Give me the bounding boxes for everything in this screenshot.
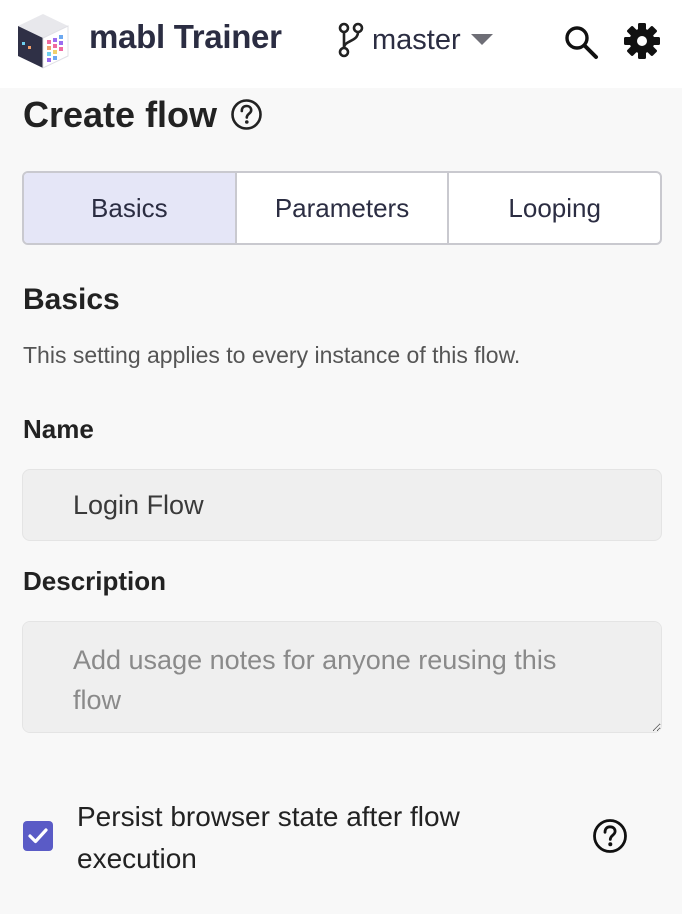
help-circle-icon[interactable] <box>592 818 628 854</box>
app-header: mabl Trainer master <box>0 0 682 88</box>
name-label: Name <box>23 414 94 444</box>
git-branch-icon <box>338 22 364 58</box>
flow-tabs: Basics Parameters Looping <box>22 171 662 245</box>
gear-icon[interactable] <box>623 22 661 60</box>
tab-basics[interactable]: Basics <box>24 173 235 243</box>
help-circle-icon[interactable] <box>230 98 263 131</box>
section-heading: Basics <box>23 283 120 316</box>
persist-state-label: Persist browser state after flow executi… <box>77 801 460 874</box>
caret-down-icon <box>470 34 493 45</box>
checkmark-icon <box>28 828 48 844</box>
page-title: Create flow <box>23 94 218 135</box>
section-description: This setting applies to every instance o… <box>23 342 521 368</box>
branch-name: master <box>372 23 461 56</box>
persist-state-checkbox[interactable] <box>23 821 53 851</box>
search-icon[interactable] <box>563 24 599 60</box>
description-label: Description <box>23 566 167 596</box>
tab-looping[interactable]: Looping <box>447 173 660 243</box>
mabl-logo-icon <box>18 14 69 69</box>
branch-selector[interactable]: master <box>336 20 493 60</box>
description-textarea[interactable] <box>22 621 662 733</box>
app-title: mabl Trainer <box>89 18 282 55</box>
name-input[interactable] <box>22 469 662 541</box>
tab-parameters[interactable]: Parameters <box>234 173 448 243</box>
